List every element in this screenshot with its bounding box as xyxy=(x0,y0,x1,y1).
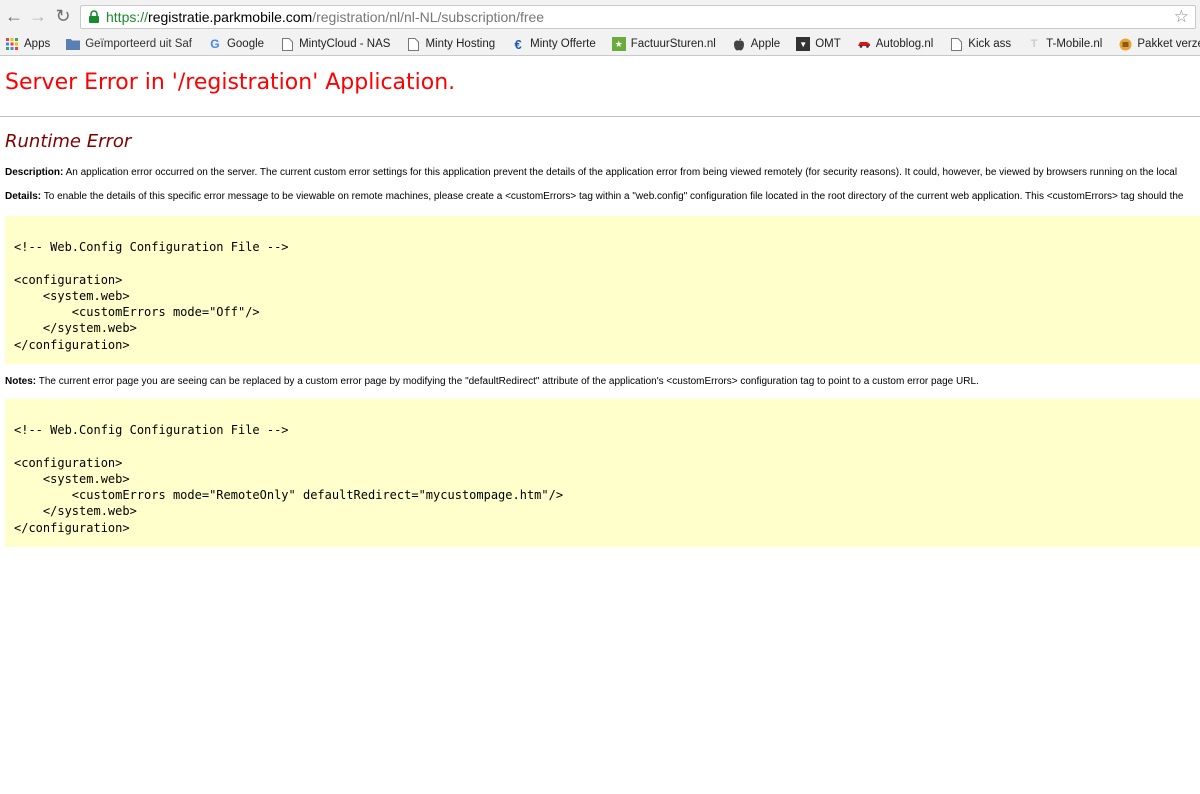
bookmark-minty-offerte[interactable]: € Minty Offerte xyxy=(511,34,596,54)
bookmark-label: FactuurSturen.nl xyxy=(630,38,716,50)
divider xyxy=(0,116,1200,117)
factuur-icon: ★ xyxy=(611,37,626,51)
bookmark-imported[interactable]: Geïmporteerd uit Saf xyxy=(66,34,192,54)
bookmark-pakket-verzenden[interactable]: Pakket verzenden xyxy=(1118,34,1200,54)
description-paragraph: Description: An application error occurr… xyxy=(5,166,1200,180)
notes-label: Notes: xyxy=(5,376,37,387)
tmobile-icon: T xyxy=(1030,38,1038,50)
page-icon xyxy=(280,37,294,51)
bookmark-label: Minty Hosting xyxy=(425,38,496,50)
bookmark-label: MintyCloud - NAS xyxy=(299,38,391,50)
code-block-config-remoteonly: <!-- Web.Config Configuration File --> <… xyxy=(5,399,1200,547)
bookmark-kick-ass[interactable]: Kick ass xyxy=(949,34,1011,54)
apps-grid-icon xyxy=(5,37,19,51)
browser-chrome: ← → ↻ https://registratie.parkmobile.com… xyxy=(0,0,1200,56)
url-scheme: https:// xyxy=(106,9,149,25)
reload-icon[interactable]: ↻ xyxy=(53,6,73,26)
bookmark-label: Kick ass xyxy=(968,38,1012,50)
bookmark-label: Google xyxy=(226,38,265,50)
bookmark-label: Geïmporteerd uit Saf xyxy=(85,38,192,50)
page-icon xyxy=(406,37,420,51)
bookmark-minty-hosting[interactable]: Minty Hosting xyxy=(406,34,495,54)
apple-icon xyxy=(732,37,746,51)
omt-icon: ▼ xyxy=(796,37,811,51)
bookmark-label: Minty Offerte xyxy=(530,38,596,50)
details-paragraph: Details: To enable the details of this s… xyxy=(5,190,1200,204)
back-arrow-icon[interactable]: ← xyxy=(4,6,24,26)
bookmark-google[interactable]: G Google xyxy=(208,34,264,54)
page-icon xyxy=(949,37,963,51)
notes-text: The current error page you are seeing ca… xyxy=(36,376,979,387)
description-label: Description: xyxy=(5,167,64,178)
bookmark-label: Apple xyxy=(750,38,781,50)
error-page: Server Error in '/registration' Applicat… xyxy=(0,56,1200,547)
bookmark-apps[interactable]: Apps xyxy=(5,34,50,54)
lock-icon xyxy=(89,10,99,23)
code-block-config-off: <!-- Web.Config Configuration File --> <… xyxy=(5,216,1200,364)
bookmark-label: Apps xyxy=(24,38,51,50)
bookmark-label: Pakket verzenden xyxy=(1137,38,1200,50)
page-title: Server Error in '/registration' Applicat… xyxy=(5,70,456,95)
browser-toolbar: ← → ↻ https://registratie.parkmobile.com… xyxy=(0,0,1200,33)
url-path: /registration/nl/nl-NL/subscription/free xyxy=(312,9,545,25)
folder-icon xyxy=(66,37,81,51)
autoblog-icon xyxy=(857,37,871,51)
bookmark-factuursturen[interactable]: ★ FactuurSturen.nl xyxy=(611,34,716,54)
bookmark-tmobile[interactable]: T T-Mobile.nl xyxy=(1027,34,1103,54)
address-bar[interactable]: https://registratie.parkmobile.com/regis… xyxy=(80,5,1196,29)
bookmark-mintycloud[interactable]: MintyCloud - NAS xyxy=(280,34,390,54)
bookmarks-bar: Apps Geïmporteerd uit Saf G Google Minty… xyxy=(0,33,1200,55)
bookmark-omt[interactable]: ▼ OMT xyxy=(796,34,841,54)
description-text: An application error occurred on the ser… xyxy=(63,167,1178,178)
url-text[interactable]: https://registratie.parkmobile.com/regis… xyxy=(106,9,544,25)
bookmark-apple[interactable]: Apple xyxy=(732,34,780,54)
bookmark-star-icon[interactable]: ☆ xyxy=(1174,7,1189,27)
details-text: To enable the details of this specific e… xyxy=(41,191,1184,202)
details-label: Details: xyxy=(5,191,42,202)
forward-arrow-icon[interactable]: → xyxy=(28,6,48,26)
bookmark-autoblog[interactable]: Autoblog.nl xyxy=(857,34,934,54)
bookmark-label: Autoblog.nl xyxy=(875,38,934,50)
google-icon: G xyxy=(210,37,220,51)
error-subtitle: Runtime Error xyxy=(5,131,132,152)
bookmark-label: T-Mobile.nl xyxy=(1046,38,1103,50)
url-host: registratie.parkmobile.com xyxy=(148,9,313,25)
notes-paragraph: Notes: The current error page you are se… xyxy=(5,375,1200,389)
package-icon xyxy=(1118,37,1132,51)
euro-icon: € xyxy=(514,36,522,52)
bookmark-label: OMT xyxy=(815,38,841,50)
